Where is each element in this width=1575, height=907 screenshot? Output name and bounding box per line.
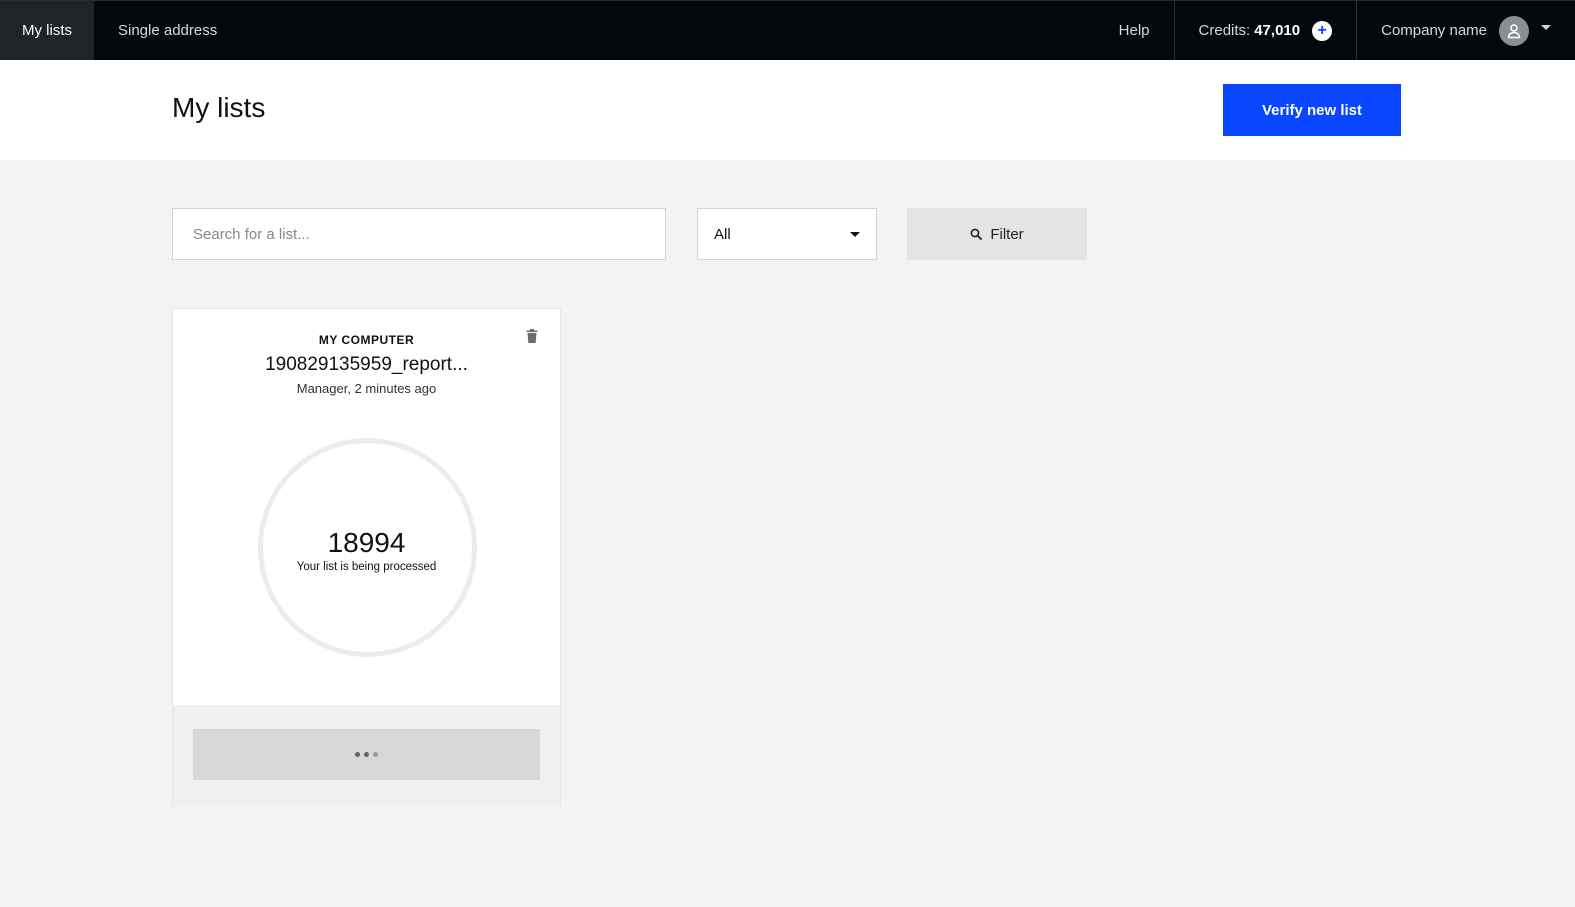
credits-display: Credits: 47,010 + bbox=[1175, 1, 1357, 60]
top-nav: My lists Single address Help Credits: 47… bbox=[0, 0, 1575, 60]
credits-value: 47,010 bbox=[1254, 22, 1301, 39]
credits-label: Credits: bbox=[1198, 22, 1251, 39]
help-link[interactable]: Help bbox=[1095, 1, 1174, 60]
list-card: MY COMPUTER 190829135959_report... Manag… bbox=[172, 308, 561, 806]
loading-dot bbox=[355, 752, 360, 757]
tab-label: My lists bbox=[22, 22, 72, 39]
account-menu[interactable]: Company name bbox=[1357, 1, 1575, 60]
record-count: 18994 bbox=[327, 527, 406, 558]
help-label: Help bbox=[1118, 22, 1150, 39]
search-icon bbox=[970, 228, 983, 240]
company-name: Company name bbox=[1381, 22, 1487, 39]
card-source: MY COMPUTER bbox=[318, 333, 415, 347]
tab-my-lists[interactable]: My lists bbox=[0, 1, 94, 60]
filter-button[interactable]: Filter bbox=[907, 208, 1087, 260]
tab-single-address[interactable]: Single address bbox=[94, 1, 241, 60]
card-meta: Manager, 2 minutes ago bbox=[296, 381, 437, 396]
add-credits-icon[interactable]: + bbox=[1312, 20, 1333, 41]
card-footer bbox=[173, 705, 560, 806]
page-title: My lists bbox=[172, 92, 266, 123]
tab-label: Single address bbox=[118, 22, 218, 39]
loading-dot bbox=[364, 752, 369, 757]
loading-dot bbox=[373, 752, 378, 757]
filter-label: Filter bbox=[990, 225, 1024, 243]
avatar-icon bbox=[1499, 15, 1529, 46]
verify-new-list-button[interactable]: Verify new list bbox=[1223, 84, 1401, 136]
processing-status: Your list is being processed bbox=[296, 561, 437, 573]
chevron-down-icon bbox=[1541, 25, 1551, 30]
card-action-button[interactable] bbox=[193, 729, 540, 780]
header-band: My lists Verify new list bbox=[0, 60, 1575, 160]
card-filename: 190829135959_report... bbox=[265, 354, 468, 375]
list-type-select[interactable]: All bbox=[697, 208, 877, 260]
search-input[interactable] bbox=[172, 208, 666, 260]
select-value: All bbox=[714, 225, 731, 243]
chevron-down-icon bbox=[850, 231, 860, 237]
